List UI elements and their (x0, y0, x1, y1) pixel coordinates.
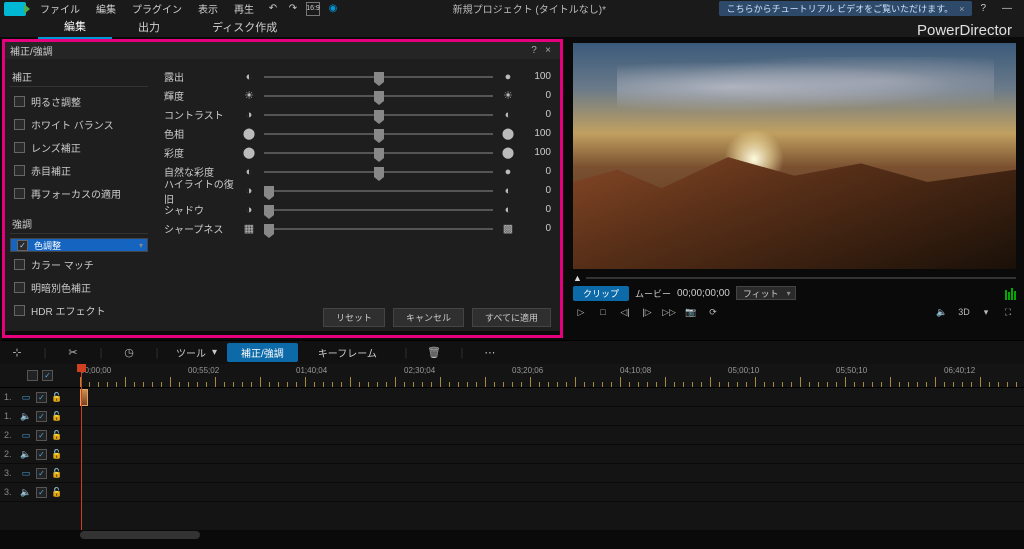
fullscreen-icon[interactable]: ⛶ (1000, 305, 1016, 319)
keyframe-button[interactable]: キーフレーム (308, 343, 387, 362)
undo-icon[interactable]: ↶ (266, 2, 280, 16)
video-icon: ▭ (20, 468, 32, 479)
preview-pane: ▲ クリップ ムービー 00;00;00;00 フィット ▷ □ ◁| |▷ ▷… (565, 37, 1024, 340)
zoom-select[interactable]: フィット (736, 286, 796, 300)
fix-enhance-panel-wrap: 補正/強調 ? × 補正 明るさ調整 ホワイト バランス レンズ補正 赤目補正 … (0, 37, 565, 340)
app-logo (4, 2, 26, 16)
audio-icon: 🔈 (20, 449, 32, 460)
ruler-tick: 05;50;10 (836, 366, 867, 375)
lock-icon[interactable]: 🔓 (51, 430, 63, 441)
video-icon: ▭ (20, 430, 32, 441)
crop-icon[interactable]: ✂ (64, 346, 82, 359)
preview-controls-row1: クリップ ムービー 00;00;00;00 フィット (573, 283, 1016, 301)
movie-mode-button[interactable]: ムービー (635, 287, 671, 300)
track-1v[interactable] (80, 388, 1024, 407)
project-title: 新規プロジェクト (タイトルなし)* (340, 1, 719, 16)
lock-icon[interactable]: 🔓 (51, 468, 63, 479)
menubar: ファイル 編集 プラグイン 表示 再生 ↶ ↷ 16:9 ◉ 新規プロジェクト … (0, 0, 1024, 17)
track-head-3v[interactable]: 3.▭✓🔓 (0, 464, 80, 483)
track-head-2a[interactable]: 2.🔈✓🔓 (0, 445, 80, 464)
play-icon[interactable]: ▷ (573, 305, 589, 319)
track-head-1v[interactable]: 1.▭✓🔓 (0, 388, 80, 407)
more-icon[interactable]: ⋯ (481, 346, 499, 359)
aspect-icon[interactable]: 16:9 (306, 2, 320, 16)
audio-icon: 🔈 (20, 487, 32, 498)
audio-meter (1005, 286, 1016, 300)
redo-icon[interactable]: ↷ (286, 2, 300, 16)
timeline: ✓ 1.▭✓🔓 1.🔈✓🔓 2.▭✓🔓 2.🔈✓🔓 3.▭✓🔓 3.🔈✓🔓 00… (0, 364, 1024, 540)
ruler-tick: 01;40;04 (296, 366, 327, 375)
track-2v[interactable] (80, 426, 1024, 445)
tutorial-text: こちらからチュートリアル ビデオをご覧いただけます。 (727, 2, 954, 15)
help-icon[interactable]: ? (972, 3, 994, 14)
menubar-icons: ↶ ↷ 16:9 ◉ (266, 2, 340, 16)
timecode: 00;00;00;00 (677, 288, 730, 299)
brand-label: PowerDirector (917, 22, 1012, 39)
prev-frame-icon[interactable]: ◁| (617, 305, 633, 319)
tab-edit[interactable]: 編集 (38, 15, 112, 39)
3d-button[interactable]: 3D (956, 305, 972, 319)
playhead[interactable] (81, 364, 82, 540)
split-icon[interactable]: ⊹ (8, 346, 26, 359)
checkbox[interactable]: ✓ (42, 370, 53, 381)
snapshot-icon[interactable]: 📷 (683, 305, 699, 319)
ruler-tick: 06;40;12 (944, 366, 975, 375)
tab-output[interactable]: 出力 (112, 16, 186, 38)
clip-mode-button[interactable]: クリップ (573, 286, 629, 301)
track-2a[interactable] (80, 445, 1024, 464)
record-icon[interactable]: ◉ (326, 2, 340, 16)
main-area: 補正/強調 ? × 補正 明るさ調整 ホワイト バランス レンズ補正 赤目補正 … (0, 37, 1024, 340)
main-tabs: 編集 出力 ディスク作成 (0, 17, 1024, 37)
track-1a[interactable] (80, 407, 1024, 426)
track-head-1a[interactable]: 1.🔈✓🔓 (0, 407, 80, 426)
checkbox[interactable] (27, 370, 38, 381)
ruler-tick: 03;20;06 (512, 366, 543, 375)
timeline-tracks-area[interactable]: 00;00;0000;55;0201;40;0402;30;0403;20;06… (80, 364, 1024, 540)
track-3a[interactable] (80, 483, 1024, 502)
horizontal-scrollbar[interactable] (0, 530, 1024, 540)
tool-dropdown[interactable]: ツール▾ (176, 345, 217, 360)
lock-icon[interactable]: 🔓 (51, 487, 63, 498)
clock-icon[interactable]: ◷ (120, 346, 138, 359)
highlight-border (2, 39, 563, 338)
video-icon: ▭ (20, 392, 32, 403)
ruler-tick: 00;55;02 (188, 366, 219, 375)
timeline-corner: ✓ (0, 364, 80, 388)
chevron-down-icon[interactable]: ▾ (978, 305, 994, 319)
tracks (80, 388, 1024, 502)
lock-icon[interactable]: 🔓 (51, 411, 63, 422)
fast-forward-icon[interactable]: ▷▷ (661, 305, 677, 319)
track-3v[interactable] (80, 464, 1024, 483)
loop-icon[interactable]: ⟳ (705, 305, 721, 319)
minimize-icon[interactable]: — (994, 3, 1020, 14)
volume-icon[interactable]: 🔈 (934, 305, 950, 319)
preview-controls-row2: ▷ □ ◁| |▷ ▷▷ 📷 ⟳ 🔈 3D ▾ ⛶ (573, 301, 1016, 321)
close-icon[interactable]: × (959, 4, 964, 14)
next-frame-icon[interactable]: |▷ (639, 305, 655, 319)
ruler-tick: 02;30;04 (404, 366, 435, 375)
ruler-tick: 05;00;10 (728, 366, 759, 375)
timeline-ruler[interactable]: 00;00;0000;55;0201;40;0402;30;0403;20;06… (80, 364, 1024, 388)
timeline-toolbar: ⊹ | ✂ | ◷ | ツール▾ 補正/強調 キーフレーム | 🗑 | ⋯ (0, 340, 1024, 364)
lock-icon[interactable]: 🔓 (51, 449, 63, 460)
timeline-track-headers: ✓ 1.▭✓🔓 1.🔈✓🔓 2.▭✓🔓 2.🔈✓🔓 3.▭✓🔓 3.🔈✓🔓 (0, 364, 80, 540)
preview-viewport[interactable] (573, 43, 1016, 269)
tutorial-banner[interactable]: こちらからチュートリアル ビデオをご覧いただけます。 × (719, 1, 973, 16)
track-head-3a[interactable]: 3.🔈✓🔓 (0, 483, 80, 502)
track-head-2v[interactable]: 2.▭✓🔓 (0, 426, 80, 445)
stop-icon[interactable]: □ (595, 305, 611, 319)
ruler-tick: 04;10;08 (620, 366, 651, 375)
trash-icon[interactable]: 🗑 (425, 346, 443, 359)
fix-enhance-button[interactable]: 補正/強調 (227, 343, 298, 362)
lock-icon[interactable]: 🔓 (51, 392, 63, 403)
tab-disc[interactable]: ディスク作成 (186, 16, 303, 38)
audio-icon: 🔈 (20, 411, 32, 422)
preview-scrubber[interactable]: ▲ (573, 269, 1016, 283)
